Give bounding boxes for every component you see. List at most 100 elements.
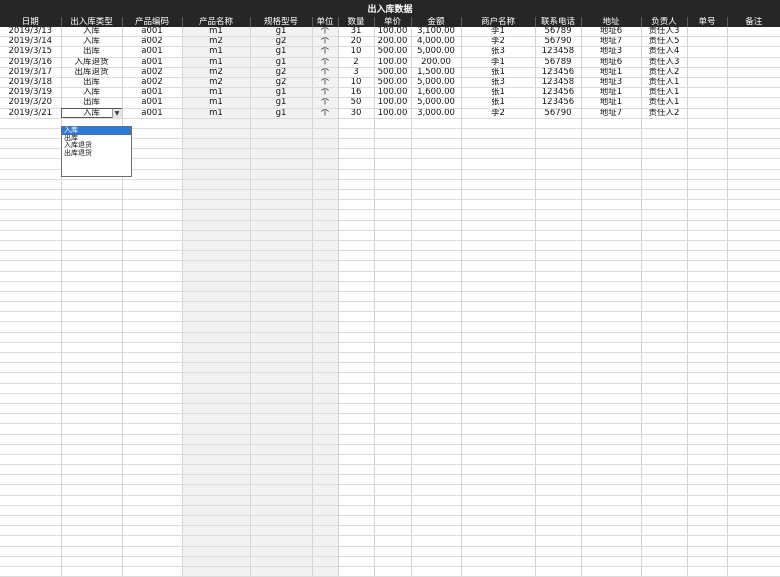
table-cell[interactable]: 200.00 xyxy=(411,57,462,68)
table-cell[interactable] xyxy=(122,505,183,517)
table-cell[interactable] xyxy=(411,556,462,567)
table-cell[interactable]: 个 xyxy=(312,108,339,119)
table-cell[interactable] xyxy=(374,393,412,404)
table-cell[interactable] xyxy=(338,138,375,150)
table-cell[interactable] xyxy=(641,301,688,313)
table-cell[interactable] xyxy=(581,189,642,201)
table-cell[interactable] xyxy=(461,250,536,262)
table-cell[interactable] xyxy=(61,179,123,191)
table-cell[interactable] xyxy=(182,444,251,455)
table-cell[interactable] xyxy=(182,423,251,435)
table-cell[interactable] xyxy=(687,97,728,109)
table-cell[interactable]: 100.00 xyxy=(374,27,412,38)
table-cell[interactable] xyxy=(687,464,728,476)
table-cell[interactable] xyxy=(312,556,339,567)
table-cell[interactable] xyxy=(182,220,251,231)
table-cell[interactable] xyxy=(641,250,688,262)
table-cell[interactable] xyxy=(182,566,251,577)
table-cell[interactable]: 责任人3 xyxy=(641,27,688,38)
table-cell[interactable]: 地址1 xyxy=(581,97,642,109)
table-cell[interactable] xyxy=(727,413,780,425)
table-cell[interactable] xyxy=(535,199,582,211)
table-cell[interactable] xyxy=(312,220,339,231)
table-cell[interactable] xyxy=(581,311,642,323)
table-cell[interactable] xyxy=(0,546,62,557)
table-cell[interactable] xyxy=(182,321,251,333)
table-cell[interactable] xyxy=(312,566,339,577)
table-cell[interactable] xyxy=(122,260,183,272)
table-cell[interactable] xyxy=(461,474,536,486)
table-cell[interactable] xyxy=(461,220,536,231)
table-cell[interactable] xyxy=(374,484,412,496)
table-cell[interactable] xyxy=(0,240,62,252)
table-cell[interactable] xyxy=(182,138,251,150)
table-cell[interactable] xyxy=(250,260,313,272)
table-cell[interactable] xyxy=(535,169,582,180)
table-cell[interactable] xyxy=(61,525,123,537)
column-header[interactable]: 规格型号 xyxy=(249,17,312,27)
table-cell[interactable] xyxy=(411,321,462,333)
table-cell[interactable] xyxy=(312,505,339,517)
table-cell[interactable] xyxy=(182,362,251,374)
table-cell[interactable] xyxy=(461,546,536,557)
table-cell[interactable] xyxy=(461,352,536,364)
dropdown-option[interactable]: 出库退货 xyxy=(62,149,131,158)
table-cell[interactable] xyxy=(338,546,375,557)
table-cell[interactable]: 责任人5 xyxy=(641,36,688,48)
table-cell[interactable]: a002 xyxy=(122,77,183,89)
table-cell[interactable] xyxy=(687,342,728,354)
table-cell[interactable] xyxy=(687,108,728,119)
table-cell[interactable] xyxy=(641,403,688,415)
table-cell[interactable] xyxy=(535,342,582,354)
table-cell[interactable] xyxy=(581,474,642,486)
table-cell[interactable] xyxy=(411,291,462,303)
table-cell[interactable] xyxy=(461,281,536,292)
table-cell[interactable]: 50 xyxy=(338,97,375,109)
table-cell[interactable]: 个 xyxy=(312,57,339,68)
table-cell[interactable] xyxy=(727,57,780,68)
table-cell[interactable] xyxy=(461,393,536,404)
table-cell[interactable]: 2 xyxy=(338,57,375,68)
table-cell[interactable] xyxy=(581,515,642,527)
table-cell[interactable] xyxy=(641,138,688,150)
table-cell[interactable] xyxy=(122,403,183,415)
table-cell[interactable]: 出库 xyxy=(61,46,123,58)
table-cell[interactable]: 2019/3/19 xyxy=(0,87,62,99)
table-cell[interactable] xyxy=(581,393,642,404)
table-cell[interactable] xyxy=(312,301,339,313)
table-cell[interactable] xyxy=(182,464,251,476)
table-cell[interactable] xyxy=(535,515,582,527)
table-cell[interactable] xyxy=(461,230,536,241)
table-cell[interactable] xyxy=(461,138,536,150)
table-cell[interactable]: g2 xyxy=(250,77,313,89)
table-cell[interactable]: a001 xyxy=(122,87,183,99)
table-cell[interactable] xyxy=(250,362,313,374)
table-cell[interactable] xyxy=(338,434,375,445)
table-cell[interactable] xyxy=(687,189,728,201)
table-cell[interactable] xyxy=(641,495,688,506)
table-cell[interactable]: 李2 xyxy=(461,108,536,119)
table-cell[interactable]: 责任人2 xyxy=(641,67,688,78)
table-cell[interactable] xyxy=(461,495,536,506)
table-cell[interactable] xyxy=(411,362,462,374)
table-cell[interactable] xyxy=(374,301,412,313)
table-cell[interactable] xyxy=(535,321,582,333)
table-cell[interactable] xyxy=(535,505,582,517)
table-cell[interactable] xyxy=(338,291,375,303)
table-cell[interactable] xyxy=(0,250,62,262)
table-cell[interactable] xyxy=(374,260,412,272)
table-cell[interactable] xyxy=(411,444,462,455)
table-cell[interactable] xyxy=(182,281,251,292)
table-cell[interactable] xyxy=(312,383,339,394)
table-cell[interactable] xyxy=(61,240,123,252)
table-cell[interactable] xyxy=(687,372,728,384)
table-cell[interactable] xyxy=(338,566,375,577)
table-cell[interactable] xyxy=(338,199,375,211)
table-cell[interactable] xyxy=(250,199,313,211)
table-cell[interactable] xyxy=(411,423,462,435)
table-cell[interactable] xyxy=(687,434,728,445)
table-cell[interactable] xyxy=(687,250,728,262)
table-cell[interactable] xyxy=(581,342,642,354)
table-cell[interactable] xyxy=(727,454,780,466)
table-cell[interactable] xyxy=(641,311,688,323)
